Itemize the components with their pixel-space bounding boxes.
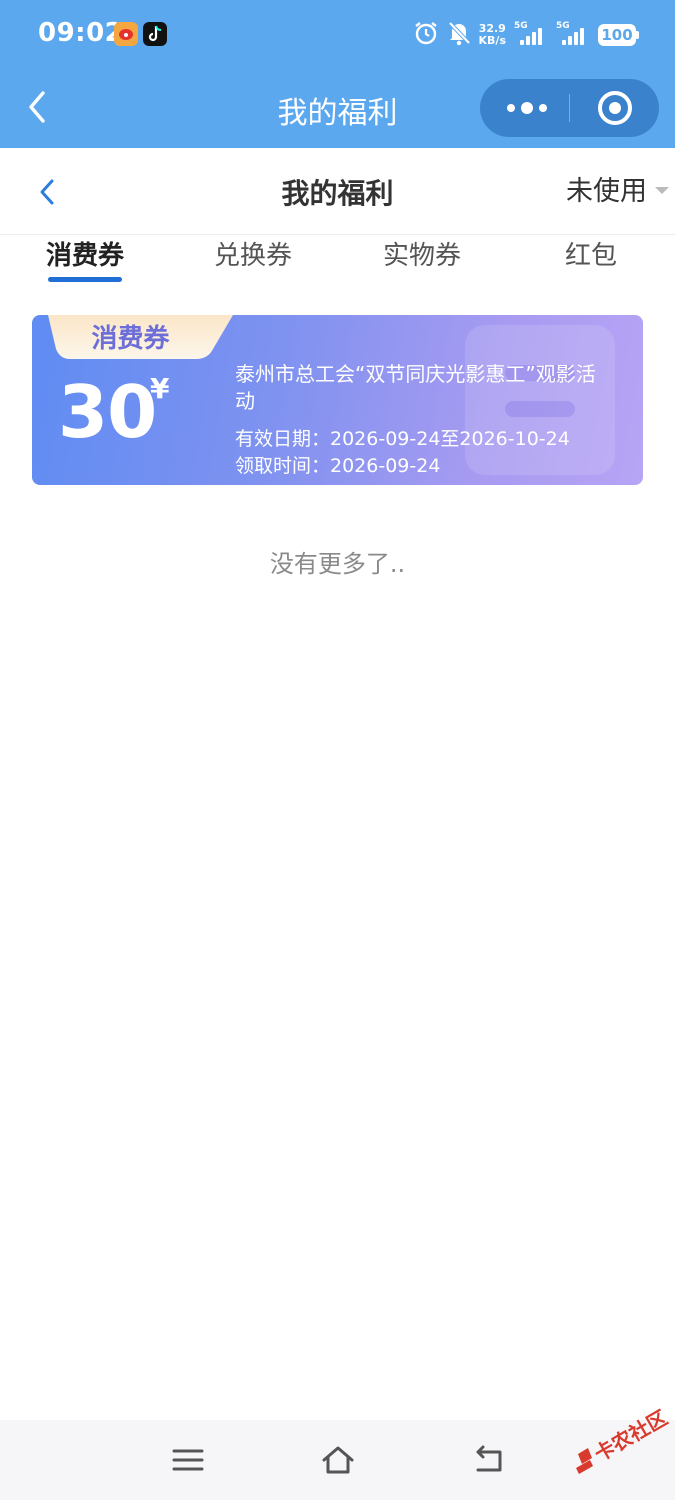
network-speed-unit: KB/s — [478, 34, 506, 47]
weibo-notification-icon — [114, 22, 138, 46]
chevron-down-icon — [655, 186, 669, 194]
status-filter-label: 未使用 — [566, 175, 647, 207]
capsule-divider — [569, 94, 570, 122]
coupon-valid-period: 有效日期：2026-09-24至2026-10-24 — [235, 428, 570, 450]
status-time: 09:02 — [38, 18, 124, 48]
battery-icon: 100 — [598, 24, 639, 46]
signal-strength-icon-1: 5G — [514, 21, 548, 47]
page-header: 我的福利 未使用 — [0, 148, 675, 235]
coupon-currency-symbol: ¥ — [150, 372, 170, 405]
battery-level: 100 — [598, 24, 636, 46]
tiktok-notification-icon — [143, 22, 167, 46]
menu-icon[interactable] — [170, 1442, 206, 1478]
coupon-tag-label: 消费券 — [91, 324, 170, 354]
coupon-title: 泰州市总工会“双节同庆光影惠工”观影活动 — [235, 362, 596, 413]
alarm-icon — [413, 20, 439, 50]
sim1-label: 5G — [514, 21, 528, 31]
mute-bell-icon — [447, 20, 471, 50]
network-speed: 32.9 KB/s — [479, 23, 506, 47]
close-mini-program-icon[interactable] — [598, 91, 632, 125]
tab-exchange-coupon[interactable]: 兑换券 — [214, 235, 292, 287]
back-nav-icon[interactable] — [470, 1442, 506, 1478]
tab-red-packet[interactable]: 红包 — [565, 235, 617, 287]
status-filter-dropdown[interactable]: 未使用 — [566, 170, 669, 207]
mini-program-capsule — [480, 79, 659, 137]
sim2-label: 5G — [556, 21, 570, 31]
coupon-amount: 30 — [58, 370, 157, 454]
coupon-type-tabs: 消费券 兑换券 实物券 红包 — [0, 235, 675, 295]
active-tab-indicator — [48, 277, 122, 282]
home-icon[interactable] — [320, 1442, 356, 1478]
list-end-text: 没有更多了.. — [269, 550, 406, 578]
coupon-received-time: 领取时间：2026-09-24 — [235, 455, 441, 477]
status-icons: 32.9 KB/s 5G 5G 100 — [413, 18, 639, 52]
tab-physical-coupon[interactable]: 实物券 — [383, 235, 461, 287]
more-options-icon[interactable] — [507, 96, 547, 120]
signal-strength-icon-2: 5G — [556, 21, 590, 47]
